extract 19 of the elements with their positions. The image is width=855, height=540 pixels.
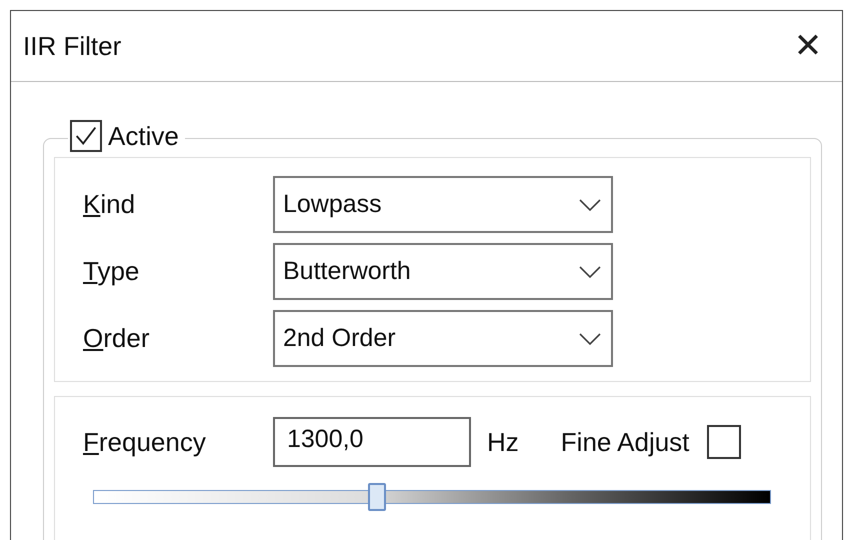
frequency-slider[interactable] (91, 483, 771, 511)
slider-thumb[interactable] (368, 483, 386, 511)
dropdown[interactable]: 2nd Order (273, 310, 613, 367)
field-label: Kind (83, 189, 136, 220)
frequency-input[interactable]: 1300,0 (273, 417, 471, 467)
field-label: Order (83, 323, 150, 354)
fine-adjust-checkbox[interactable] (707, 425, 742, 459)
unit-label: Hz (487, 426, 519, 458)
dropdown[interactable]: Lowpass (273, 176, 613, 233)
field-label: Frequency (83, 426, 207, 458)
active-checkbox[interactable]: Active (68, 120, 185, 152)
chevron-down-icon (579, 266, 601, 278)
close-button[interactable]: ✕ (778, 16, 838, 76)
chevron-down-icon (579, 332, 601, 344)
window-title: IIR Filter (23, 30, 122, 62)
dropdown[interactable]: Butterworth (273, 243, 613, 300)
fine-adjust-label: Fine Adjust (560, 426, 690, 458)
chevron-down-icon (579, 198, 601, 210)
field-label: Type (83, 256, 140, 287)
